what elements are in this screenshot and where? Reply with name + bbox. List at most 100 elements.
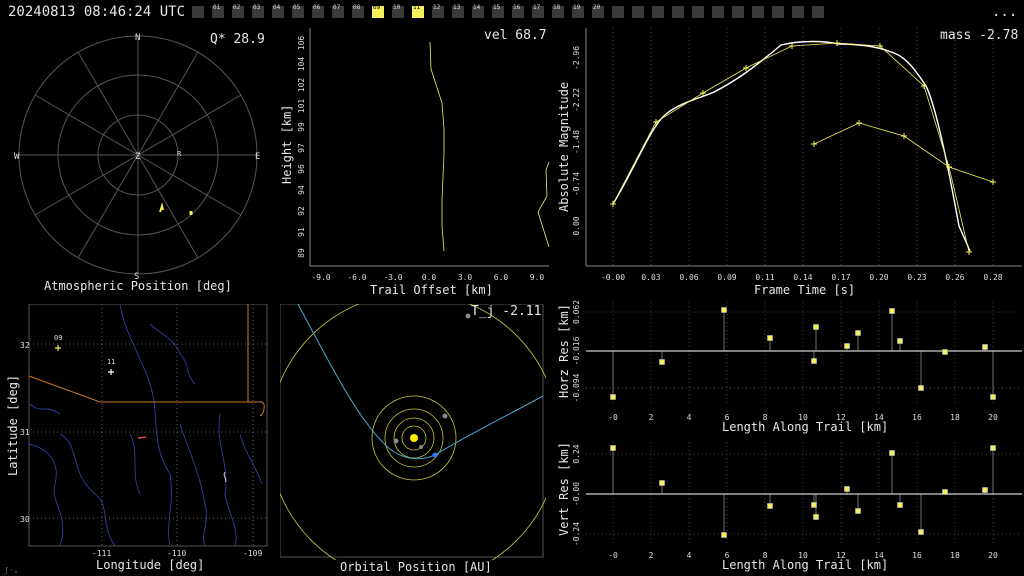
magnitude-ytick: -0.74 <box>572 172 581 196</box>
residual-point <box>889 450 895 456</box>
camera-slot-empty[interactable] <box>792 6 804 18</box>
camera-17[interactable]: 17 <box>532 4 544 18</box>
meteoroid-orbit <box>297 304 544 460</box>
camera-label: 02 <box>233 4 241 11</box>
camera-14[interactable]: 14 <box>472 4 484 18</box>
camera-label: 20 <box>593 4 601 11</box>
camera-16[interactable]: 16 <box>512 4 524 18</box>
ground-track <box>137 436 147 439</box>
camera-slot-empty[interactable] <box>632 6 644 18</box>
camera-12[interactable]: 12 <box>432 4 444 18</box>
height-ytick: 104 <box>297 57 306 72</box>
residual-point <box>990 445 996 451</box>
camera-03[interactable]: 03 <box>252 4 264 18</box>
map-plot[interactable]: 09 11 32 31 30 -111 -110 -109 <box>0 304 272 576</box>
magnitude-xtick: 0.28 <box>983 273 1002 282</box>
residual-point <box>990 394 996 400</box>
magnitude-xtick: 0.11 <box>755 273 774 282</box>
magnitude-xtick: 0.23 <box>907 273 926 282</box>
menu-button[interactable]: ... <box>992 4 1017 20</box>
map-xlabel: Longitude [deg] <box>96 558 205 572</box>
camera-slot-empty[interactable] <box>672 6 684 18</box>
compass-r: R <box>177 150 182 158</box>
height-series-2 <box>537 161 550 248</box>
camera-label: 15 <box>493 4 501 11</box>
camera-02[interactable]: 02 <box>232 4 244 18</box>
magnitude-xtick: 0.09 <box>717 273 736 282</box>
camera-08[interactable]: 08 <box>352 4 364 18</box>
camera-slot-empty[interactable] <box>712 6 724 18</box>
horz_res-xtick: 18 <box>950 413 960 422</box>
camera-slot-empty[interactable] <box>652 6 664 18</box>
magnitude-series-1 <box>612 42 970 253</box>
horz_res-ytick: -0.016 <box>572 336 581 365</box>
camera-07[interactable]: 07 <box>332 4 344 18</box>
camera-09[interactable]: 09 <box>372 4 384 18</box>
camera-slot-empty[interactable] <box>772 6 784 18</box>
horz_res-ytick: -0.094 <box>572 373 581 402</box>
camera-slot-empty[interactable] <box>692 6 704 18</box>
vert_res-xtick: -0 <box>608 551 618 560</box>
residual-point <box>918 385 924 391</box>
map-ytick: 30 <box>20 515 30 524</box>
q-star-readout: Q* 28.9 <box>210 32 265 47</box>
residual-point <box>610 394 616 400</box>
horz-res-xlabel: Length Along Trail [km] <box>722 420 889 434</box>
camera-20[interactable]: 20 <box>592 4 604 18</box>
map-footer: ʃ⁻ₓ <box>4 566 19 575</box>
camera-01[interactable]: 01 <box>212 4 224 18</box>
magnitude-xtick: -0.00 <box>601 273 625 282</box>
map-ytick: 32 <box>20 341 30 350</box>
camera-05[interactable]: 05 <box>292 4 304 18</box>
height-ytick: 101 <box>297 99 306 114</box>
camera-slot-empty[interactable] <box>192 6 204 18</box>
residual-point <box>767 503 773 509</box>
height-ytick: 97 <box>297 143 306 153</box>
camera-10[interactable]: 10 <box>392 4 404 18</box>
camera-slot-empty[interactable] <box>732 6 744 18</box>
camera-slot-empty[interactable] <box>752 6 764 18</box>
camera-label: 08 <box>353 4 361 11</box>
camera-slot-empty[interactable] <box>812 6 824 18</box>
height-ytick: 91 <box>297 227 306 237</box>
camera-15[interactable]: 15 <box>492 4 504 18</box>
vert_res-xtick: 18 <box>950 551 960 560</box>
orbit-plot[interactable] <box>280 304 546 560</box>
height-series-1 <box>429 41 445 252</box>
camera-slot-empty[interactable] <box>612 6 624 18</box>
residual-point <box>897 502 903 508</box>
height-ytick: 102 <box>297 78 306 93</box>
vert_res-xtick: 2 <box>649 551 654 560</box>
camera-06[interactable]: 06 <box>312 4 324 18</box>
residual-point <box>855 330 861 336</box>
magnitude-plot[interactable]: -2.96 -2.22 -1.48 -0.74 0.00 -0.00 0.03 0.06 0.0… <box>556 26 1024 284</box>
camera-04[interactable]: 04 <box>272 4 284 18</box>
camera-label: 12 <box>433 4 441 11</box>
compass-z: Z <box>135 152 141 162</box>
timestamp: 20240813 08:46:24 UTC <box>8 4 186 20</box>
vert_res-xtick: 20 <box>988 551 998 560</box>
camera-label: 19 <box>573 4 581 11</box>
horz_res-xtick: 2 <box>649 413 654 422</box>
horz_res-ytick: 0.062 <box>572 300 581 324</box>
height-ytick: 92 <box>297 206 306 216</box>
planet-mars <box>442 413 448 419</box>
polar-plot[interactable]: N S E W Z R <box>0 26 280 288</box>
height-plot[interactable]: 89 91 92 94 96 97 99 101 102 104 106 -9.0 -6.0 -3.0 0.… <box>276 26 552 304</box>
vert-res-plot[interactable]: 0.24-0.00-0.24-0 2 4 6 8 10 12 14 16 18 20 <box>556 440 1024 560</box>
camera-19[interactable]: 19 <box>572 4 584 18</box>
map-ylabel: Latitude [deg] <box>6 374 20 476</box>
planet-earth <box>432 452 438 458</box>
residual-point <box>897 338 903 344</box>
compass-e: E <box>255 152 260 162</box>
camera-11[interactable]: 11 <box>412 4 424 18</box>
compass-n: N <box>135 33 140 43</box>
height-ytick: 89 <box>297 248 306 258</box>
residual-point <box>811 358 817 364</box>
residual-point <box>659 359 665 365</box>
camera-18[interactable]: 18 <box>552 4 564 18</box>
camera-13[interactable]: 13 <box>452 4 464 18</box>
residual-point <box>610 445 616 451</box>
horz-res-plot[interactable]: 0.062-0.016-0.094-0 2 4 6 8 10 12 14 16 18 20 <box>556 300 1024 426</box>
residual-point <box>942 489 948 495</box>
